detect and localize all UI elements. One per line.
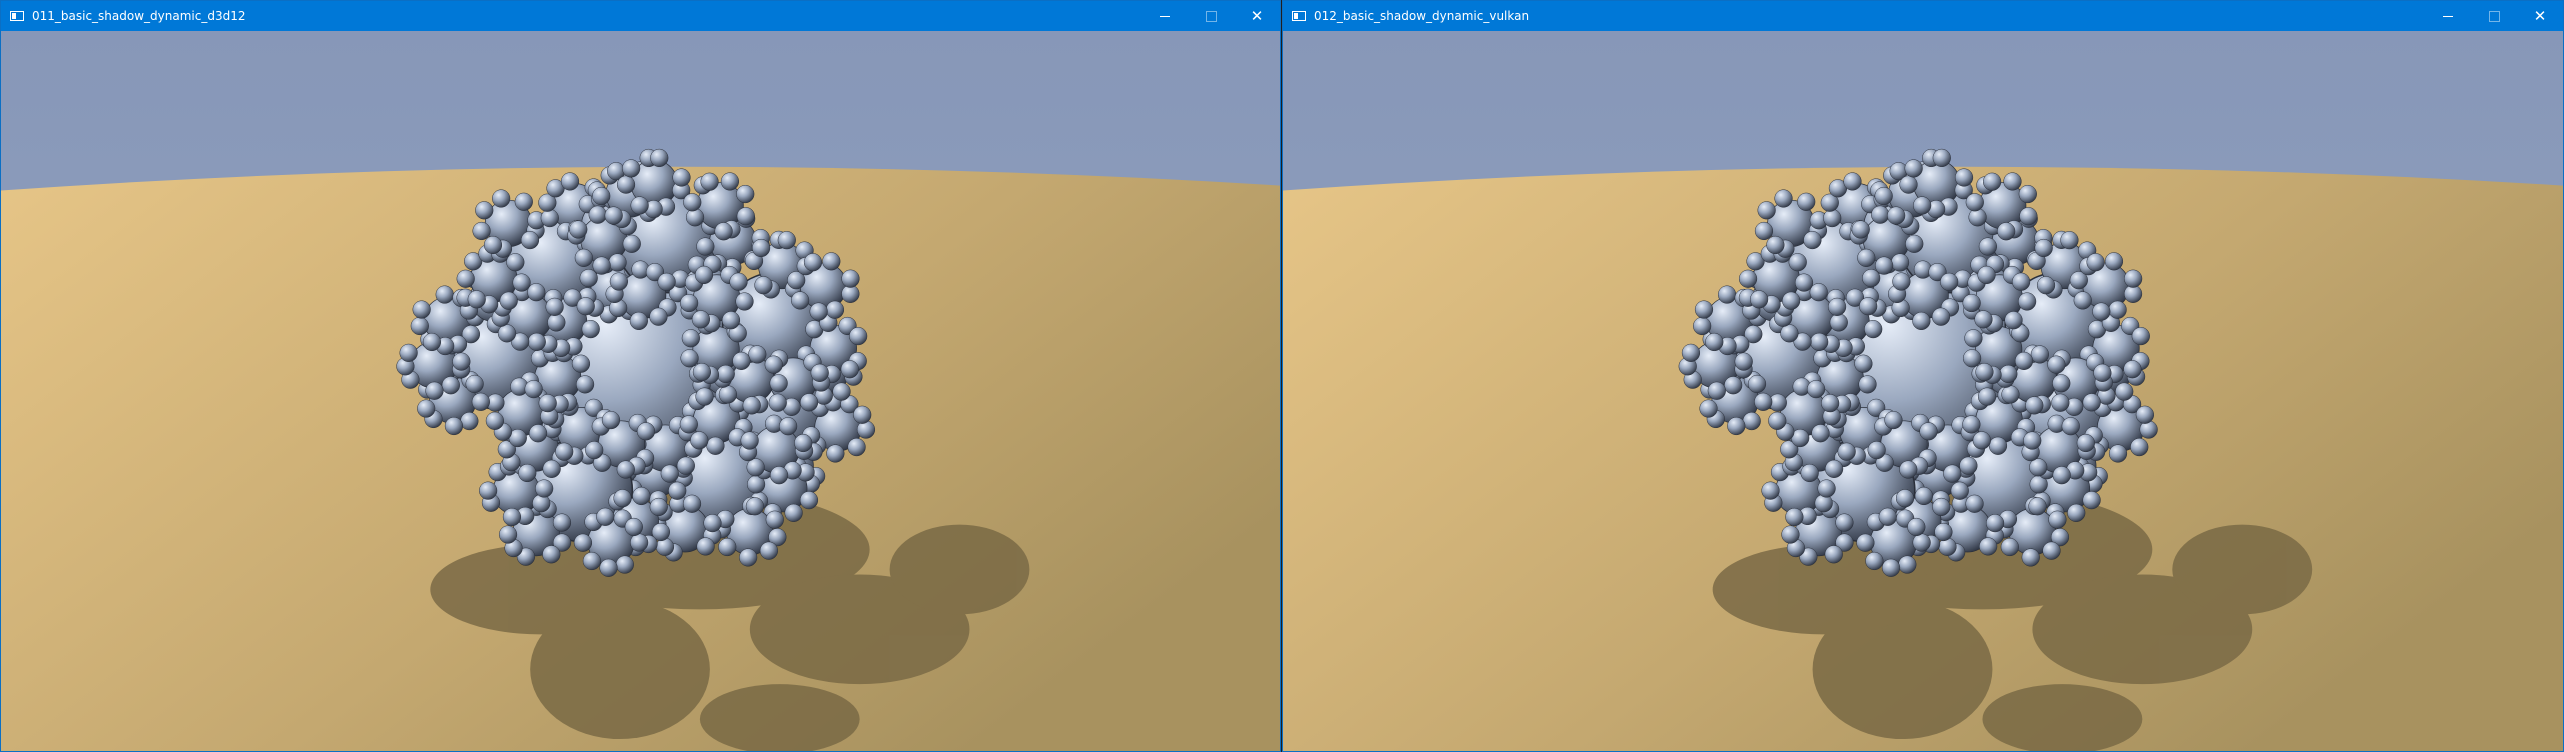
maximize-button[interactable] bbox=[1188, 1, 1234, 31]
minimize-button[interactable] bbox=[1142, 1, 1188, 31]
fractal-scene bbox=[1283, 31, 2563, 751]
maximize-icon bbox=[2488, 10, 2500, 22]
render-window-d3d12[interactable]: 011_basic_shadow_dynamic_d3d12 ✕ bbox=[0, 0, 1281, 752]
title-bar[interactable]: 012_basic_shadow_dynamic_vulkan ✕ bbox=[1283, 1, 2563, 31]
close-button[interactable]: ✕ bbox=[1234, 1, 1280, 31]
minimize-icon bbox=[2443, 15, 2453, 17]
window-title: 012_basic_shadow_dynamic_vulkan bbox=[1314, 9, 1530, 23]
window-controls: ✕ bbox=[2425, 1, 2563, 31]
close-icon: ✕ bbox=[1250, 7, 1264, 25]
close-button[interactable]: ✕ bbox=[2517, 1, 2563, 31]
minimize-button[interactable] bbox=[2425, 1, 2471, 31]
maximize-icon bbox=[1205, 10, 1217, 22]
window-controls: ✕ bbox=[1142, 1, 1280, 31]
render-viewport[interactable] bbox=[1283, 31, 2563, 751]
window-title: 011_basic_shadow_dynamic_d3d12 bbox=[32, 9, 246, 23]
app-window-icon[interactable] bbox=[10, 11, 24, 21]
app-window-icon[interactable] bbox=[1292, 11, 1306, 21]
maximize-button[interactable] bbox=[2471, 1, 2517, 31]
fractal-scene bbox=[1, 31, 1280, 751]
title-bar[interactable]: 011_basic_shadow_dynamic_d3d12 ✕ bbox=[1, 1, 1280, 31]
render-viewport[interactable] bbox=[1, 31, 1280, 751]
minimize-icon bbox=[1160, 15, 1170, 17]
close-icon: ✕ bbox=[2533, 7, 2547, 25]
render-window-vulkan[interactable]: 012_basic_shadow_dynamic_vulkan ✕ bbox=[1282, 0, 2564, 752]
